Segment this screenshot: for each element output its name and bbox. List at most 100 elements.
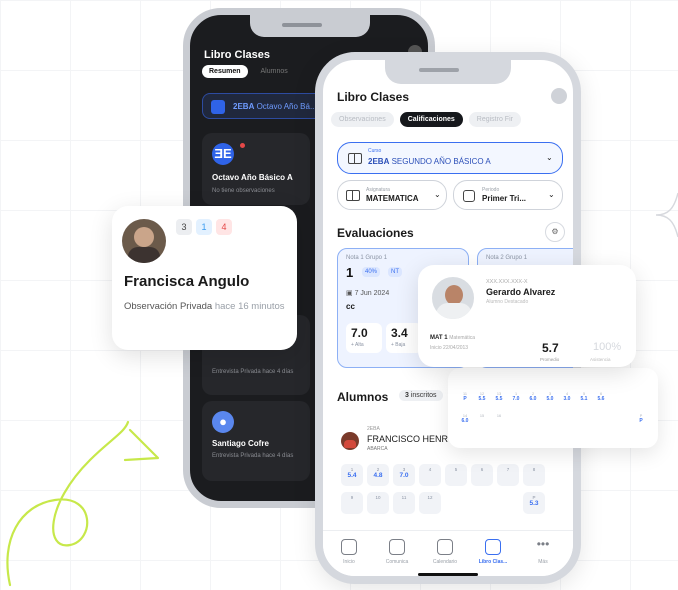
grade-cell[interactable]: 9 [341, 492, 363, 514]
tab-calificaciones[interactable]: Calificaciones [399, 112, 463, 127]
low-grade-label: + Baja [391, 342, 406, 348]
attendance-value: 100% [593, 341, 622, 353]
nav-calendario[interactable]: Calendario [423, 539, 467, 565]
start-date: Inicio 22/04/2013 [430, 345, 469, 351]
grade-cell[interactable]: 5 [445, 464, 467, 486]
grade-value: 5.6 [597, 396, 605, 402]
grade-cell: 13 5.5 [492, 392, 506, 408]
grade-cell[interactable]: 4 [419, 464, 441, 486]
observation-card[interactable]: 3 1 4 Francisca Angulo Observación Priva… [112, 206, 297, 350]
student-avatar [122, 219, 166, 263]
grade-cell[interactable]: 10 [367, 492, 389, 514]
card-title: Santiago Cofre [212, 439, 269, 448]
grade-index: 1 [350, 467, 354, 472]
attendance-label: Asistencia [590, 357, 611, 362]
subject-code: MAT 1 [430, 335, 448, 341]
nav-inicio[interactable]: Inicio [327, 539, 371, 565]
grade-cell: 14 6.0 [458, 414, 472, 430]
book-icon [348, 153, 362, 164]
grade-index: 4 [428, 467, 432, 472]
average-value: 5.7 [542, 341, 559, 355]
avatar[interactable] [551, 88, 567, 104]
chat-icon [389, 539, 405, 555]
grade-cell[interactable]: 8 [523, 464, 545, 486]
grade-cell[interactable]: 2 4.8 [367, 464, 389, 486]
home-indicator [418, 573, 478, 576]
evaluation-type: NT [388, 267, 402, 277]
course-selector[interactable]: Curso 2EBA SEGUNDO AÑO BÁSICO A ⌄ [337, 142, 563, 174]
grade-value: 5.5 [478, 396, 486, 402]
grade-index: P [532, 495, 536, 500]
course-code: 2EBA [233, 102, 255, 111]
period-selector[interactable]: Periodo Primer Tri... ⌄ [453, 180, 563, 210]
grade-cell[interactable]: P 5.3 [523, 492, 545, 514]
enrolled-count: 3 [405, 392, 409, 399]
nav-label: Inicio [343, 559, 355, 565]
grade-index: 7 [506, 467, 510, 472]
course-name: SEGUNDO AÑO BÁSICO A [391, 157, 491, 166]
page-title: Libro Clases [204, 49, 271, 61]
nav-mas[interactable]: ••• Más [521, 537, 565, 565]
subject-name: Matemática [449, 335, 476, 341]
grade-value: 5.5 [495, 396, 503, 402]
nav-libro-clases[interactable]: Libro Clas... [471, 539, 515, 565]
observation-text: Observación Privada hace 16 minutos [124, 299, 289, 314]
grade-cell: 12 5.5 [475, 392, 489, 408]
observation-time: hace 16 minutos [214, 301, 285, 312]
page-title: Libro Clases [337, 90, 410, 104]
grade-cell: 3 5.0 [543, 392, 557, 408]
grade-value: 6.0 [529, 396, 537, 402]
grade-cell: 6 5.6 [594, 392, 608, 408]
grade-cell[interactable]: 7 [497, 464, 519, 486]
grade-cell[interactable]: 3 7.0 [393, 464, 415, 486]
phone-notch [250, 15, 370, 37]
grade-index: 12 [427, 495, 433, 500]
user-avatar-icon: ● [212, 411, 234, 433]
evaluation-header: Nota 1 Grupo 1 [346, 255, 388, 261]
count-badge: 1 [196, 219, 212, 235]
calendar-icon [437, 539, 453, 555]
notification-dot [240, 143, 245, 148]
nav-label: Más [538, 559, 548, 565]
tab-alumnos[interactable]: Alumnos [254, 65, 295, 78]
filter-button[interactable]: ⚙ [545, 222, 565, 242]
grade-value: 5.3 [529, 500, 539, 507]
evaluation-code: cc [346, 302, 355, 311]
grade-index: 15 [479, 414, 485, 418]
grade-cell[interactable]: 11 [393, 492, 415, 514]
course-card[interactable]: ƎE Octavo Año Básico A No tiene observac… [202, 133, 310, 205]
high-grade-stat: 7.0 + Alta [346, 323, 382, 353]
student-profile-card[interactable]: XXX.XXX.XXX-X Gerardo Alvarez Alumno Des… [418, 265, 636, 367]
grade-cell: 11 P [458, 392, 472, 408]
grade-cell[interactable]: 6 [471, 464, 493, 486]
chevron-down-icon: ⌄ [546, 153, 553, 162]
tab-observaciones[interactable]: Observaciones [331, 112, 394, 127]
average-label: Promedio [540, 357, 560, 362]
grade-cell[interactable]: 12 [419, 492, 441, 514]
subject-selector[interactable]: Asignatura MATEMATICA ⌄ [337, 180, 447, 210]
high-grade-value: 7.0 [351, 326, 368, 340]
tab-resumen[interactable]: Resumen [202, 65, 248, 78]
grade-cell: 1 7.0 [509, 392, 523, 408]
grade-cell[interactable]: 1 5.4 [341, 464, 363, 486]
grade-cell: 5 5.1 [577, 392, 591, 408]
student-code: 2EBA [367, 426, 380, 432]
more-icon: ••• [536, 537, 550, 551]
book-icon [211, 100, 225, 114]
grade-value: 3.0 [563, 396, 571, 402]
period-value: Primer Tri... [482, 194, 527, 203]
course-name: Octavo Año Bá... [256, 102, 317, 111]
grade-index: 16 [496, 414, 502, 418]
grade-index: 3 [402, 467, 406, 472]
student-card[interactable]: ● Santiago Cofre Entrevista Privada hace… [202, 401, 310, 481]
course-logo-icon: ƎE [212, 143, 234, 165]
subject-label: Asignatura [366, 187, 390, 193]
grade-index: 11 [401, 495, 407, 500]
evaluations-title: Evaluaciones [337, 226, 414, 240]
card-subtitle: No tiene observaciones [212, 188, 275, 194]
tab-registro-firma[interactable]: Registro Fir [468, 112, 521, 127]
student-subtitle: Alumno Destacado [486, 299, 529, 305]
grade-index: 5 [454, 467, 458, 472]
nav-comunica[interactable]: Comunica [375, 539, 419, 565]
student-avatar [341, 432, 359, 450]
